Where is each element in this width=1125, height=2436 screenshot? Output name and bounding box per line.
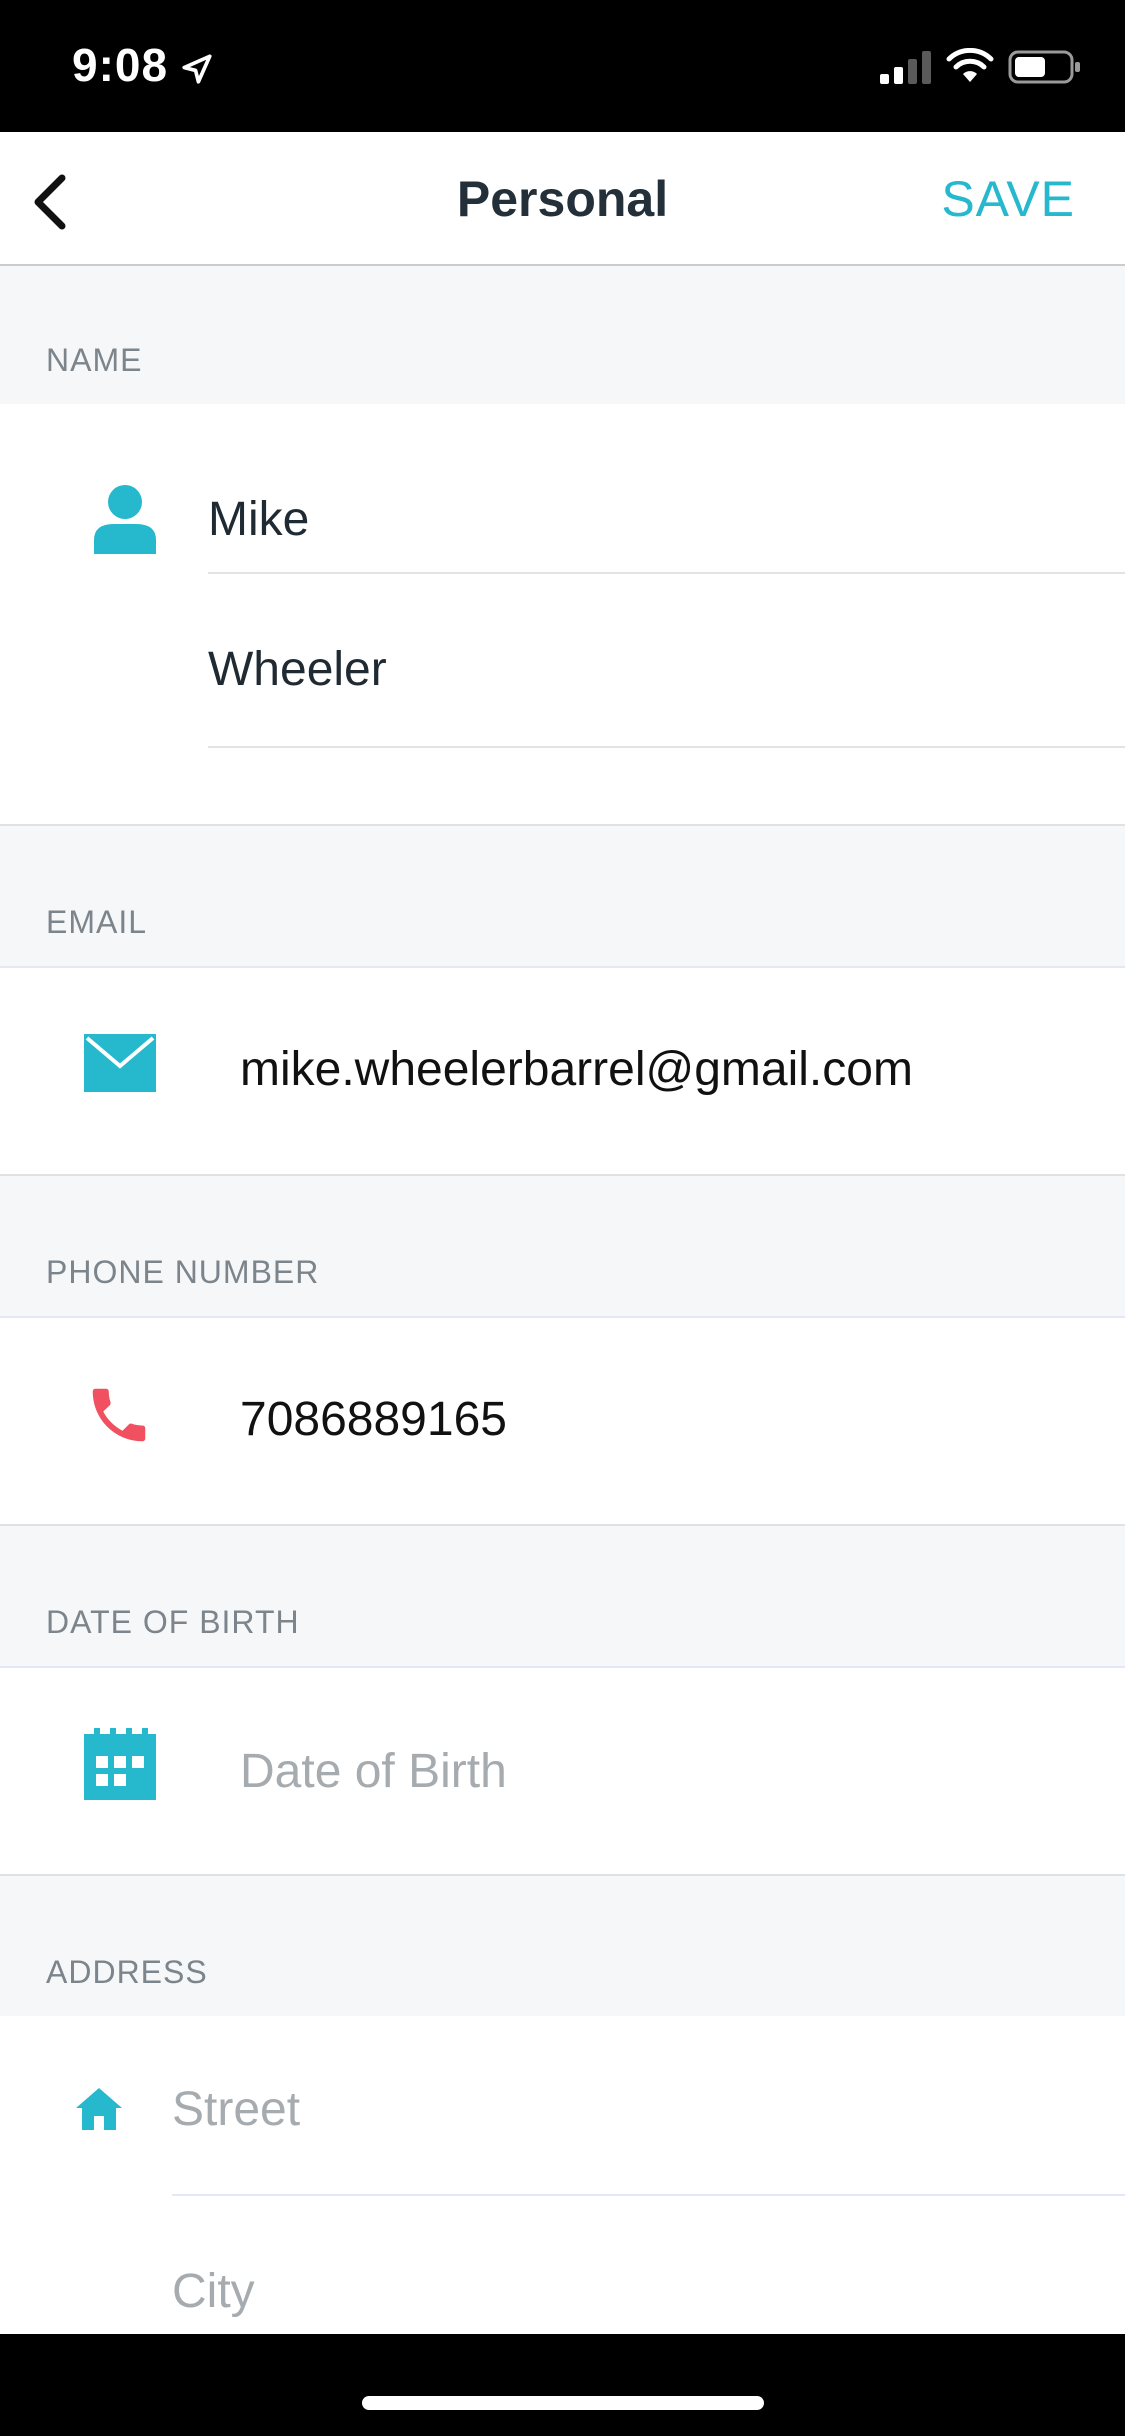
location-arrow-icon	[182, 54, 212, 84]
calendar-icon	[84, 1728, 156, 1800]
email-field[interactable]: mike.wheelerbarrel@gmail.com	[240, 1042, 913, 1097]
battery-icon	[1008, 50, 1080, 84]
mail-icon	[84, 1034, 156, 1092]
street-field[interactable]: Street	[172, 2082, 300, 2137]
home-icon	[76, 2088, 122, 2130]
status-bar: 9:08	[0, 0, 1125, 132]
phone-field[interactable]: 7086889165	[240, 1392, 507, 1447]
nav-bar: Personal SAVE	[0, 132, 1125, 266]
email-card: mike.wheelerbarrel@gmail.com	[0, 966, 1125, 1176]
city-field[interactable]: City	[172, 2264, 255, 2319]
first-name-field[interactable]: Mike	[208, 492, 309, 547]
dob-field[interactable]: Date of Birth	[240, 1744, 507, 1799]
save-button[interactable]: SAVE	[941, 170, 1075, 228]
address-card: Street City	[0, 2016, 1125, 2334]
section-label-email: EMAIL	[46, 904, 148, 940]
phone-card: 7086889165	[0, 1316, 1125, 1526]
section-label-address: ADDRESS	[46, 1954, 208, 1990]
home-bar	[0, 2334, 1125, 2436]
section-label-dob: DATE OF BIRTH	[46, 1604, 300, 1640]
person-icon	[94, 485, 156, 554]
phone-icon	[92, 1388, 146, 1442]
home-indicator[interactable]	[362, 2396, 764, 2410]
dob-card: Date of Birth	[0, 1666, 1125, 1876]
divider	[172, 2194, 1125, 2196]
wifi-icon	[946, 48, 994, 82]
section-label-phone: PHONE NUMBER	[46, 1254, 320, 1290]
name-card: Mike Wheeler	[0, 404, 1125, 826]
section-label-name: NAME	[46, 342, 143, 378]
last-name-field[interactable]: Wheeler	[208, 642, 387, 697]
divider	[208, 572, 1125, 574]
status-time: 9:08	[72, 39, 169, 91]
cellular-signal-icon	[880, 51, 931, 84]
divider	[208, 746, 1125, 748]
